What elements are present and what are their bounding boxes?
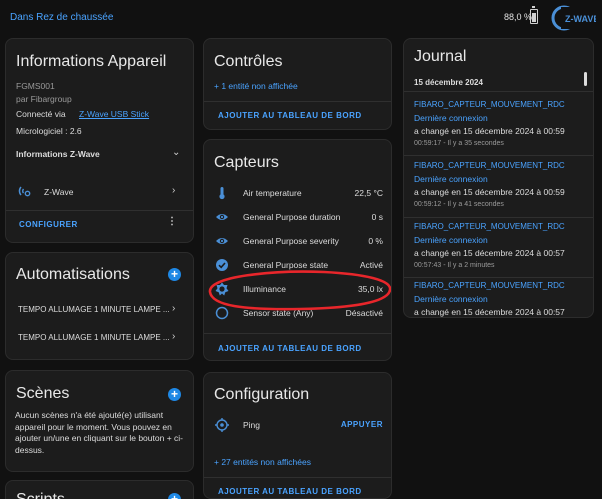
journal-scrollbar[interactable] <box>584 72 587 86</box>
journal-time: 00:57:43 - Il y a 2 minutes <box>414 262 495 269</box>
journal-change: a changé en 15 décembre 2024 à 00:57 <box>414 307 565 317</box>
sensor-label[interactable]: General Purpose duration <box>243 212 340 222</box>
controls-card: Contrôles + 1 entité non affichée AJOUTE… <box>203 38 392 130</box>
divider <box>204 101 391 102</box>
automation-item[interactable]: TEMPO ALLUMAGE 1 MINUTE LAMPE ... <box>18 305 170 314</box>
journal-change: a changé en 15 décembre 2024 à 00:57 <box>414 248 565 258</box>
scenes-card: Scènes + Aucun scènes n'a été ajouté(e) … <box>5 370 194 472</box>
top-bar: Dans Rez de chaussée 88,0 % Z-WAVE <box>0 0 602 36</box>
firmware-version: Micrologiciel : 2.6 <box>16 126 82 136</box>
journal-event[interactable]: Dernière connexion <box>414 294 488 304</box>
device-manufacturer: par Fibargroup <box>16 94 72 104</box>
eye-icon <box>216 238 228 244</box>
divider <box>404 155 593 156</box>
scripts-title: Scripts <box>16 491 65 499</box>
scenes-title: Scènes <box>16 385 70 402</box>
divider <box>404 217 593 218</box>
sensors-card: Capteurs Air temperature 22,5 °C General… <box>203 139 392 361</box>
zwave-icon <box>18 186 31 197</box>
highlight-ellipse <box>208 270 391 311</box>
scenes-empty-text: Aucun scènes n'a été ajouté(e) utilisant… <box>15 410 183 455</box>
chevron-right-icon[interactable]: › <box>172 185 175 196</box>
add-scene-button[interactable]: + <box>168 388 181 401</box>
journal-change: a changé en 15 décembre 2024 à 00:59 <box>414 126 565 136</box>
chevron-right-icon[interactable]: › <box>172 331 175 342</box>
automations-title: Automatisations <box>16 266 130 283</box>
device-info-card: Informations Appareil FGMS001 par Fibarg… <box>5 38 194 243</box>
automation-item[interactable]: TEMPO ALLUMAGE 1 MINUTE LAMPE ... <box>18 333 170 342</box>
configuration-title: Configuration <box>214 386 310 403</box>
journal-date: 15 décembre 2024 <box>414 78 483 87</box>
device-model: FGMS001 <box>16 81 55 91</box>
zwave-logo-text: Z-WAVE <box>565 14 596 24</box>
zwave-logo: Z-WAVE <box>551 5 596 31</box>
automations-card: Automatisations + TEMPO ALLUMAGE 1 MINUT… <box>5 252 194 360</box>
device-info-title: Informations Appareil <box>16 53 167 70</box>
journal-time: 00:59:17 - Il y a 35 secondes <box>414 140 504 147</box>
journal-entity-link[interactable]: FIBARO_CAPTEUR_MOUVEMENT_RDC <box>414 222 565 231</box>
sensors-title: Capteurs <box>214 154 279 171</box>
journal-time: 00:59:12 - Il y a 41 secondes <box>414 201 504 208</box>
battery-icon <box>530 6 538 24</box>
sensor-value: 0 s <box>371 212 383 222</box>
battery-level: 88,0 % <box>504 12 533 22</box>
journal-change: a changé en 15 décembre 2024 à 00:59 <box>414 187 565 197</box>
sensor-value: 22,5 °C <box>354 188 383 198</box>
controls-title: Contrôles <box>214 53 283 70</box>
journal-event[interactable]: Dernière connexion <box>414 174 488 184</box>
divider <box>204 477 391 478</box>
journal-card: Journal 15 décembre 2024 FIBARO_CAPTEUR_… <box>403 38 594 318</box>
journal-entity-link[interactable]: FIBARO_CAPTEUR_MOUVEMENT_RDC <box>414 100 565 109</box>
divider <box>6 210 193 211</box>
journal-event[interactable]: Dernière connexion <box>414 113 488 123</box>
hidden-entities-link[interactable]: + 27 entités non affichées <box>214 457 311 467</box>
zwave-item-label[interactable]: Z-Wave <box>44 187 73 197</box>
add-automation-button[interactable]: + <box>168 268 181 281</box>
chevron-down-icon[interactable]: ⌄ <box>172 147 180 158</box>
connected-via-label: Connecté via <box>16 109 66 119</box>
journal-event[interactable]: Dernière connexion <box>414 235 488 245</box>
journal-entity-link[interactable]: FIBARO_CAPTEUR_MOUVEMENT_RDC <box>414 161 565 170</box>
add-script-button[interactable]: + <box>168 493 181 499</box>
more-vertical-icon[interactable]: ⋮ <box>167 216 177 227</box>
scripts-card: Scripts + <box>5 480 194 499</box>
add-to-dashboard-button[interactable]: AJOUTER AU TABLEAU DE BORD <box>218 344 362 353</box>
journal-title: Journal <box>414 48 467 65</box>
ping-icon <box>215 418 229 432</box>
journal-entity-link[interactable]: FIBARO_CAPTEUR_MOUVEMENT_RDC <box>414 281 565 290</box>
sensor-label[interactable]: General Purpose severity <box>243 236 339 246</box>
divider <box>404 277 593 278</box>
chevron-right-icon[interactable]: › <box>172 303 175 314</box>
configuration-card: Configuration Ping APPUYER + 27 entités … <box>203 372 392 499</box>
breadcrumb[interactable]: Dans Rez de chaussée <box>10 12 113 23</box>
sensor-value: 0 % <box>368 236 383 246</box>
eye-icon <box>216 214 228 220</box>
thermometer-icon <box>219 187 225 200</box>
hidden-entities-link[interactable]: + 1 entité non affichée <box>214 81 298 91</box>
add-to-dashboard-button[interactable]: AJOUTER AU TABLEAU DE BORD <box>218 111 362 120</box>
configure-button[interactable]: CONFIGURER <box>19 220 78 229</box>
sensor-label[interactable]: Air temperature <box>243 188 302 198</box>
zwave-info-toggle[interactable]: Informations Z-Wave <box>16 149 100 159</box>
divider <box>204 333 391 334</box>
press-button[interactable]: APPUYER <box>341 420 383 429</box>
connected-via-link[interactable]: Z-Wave USB Stick <box>79 109 149 119</box>
divider <box>404 91 593 92</box>
add-to-dashboard-button[interactable]: AJOUTER AU TABLEAU DE BORD <box>218 487 362 496</box>
ping-label: Ping <box>243 420 261 430</box>
